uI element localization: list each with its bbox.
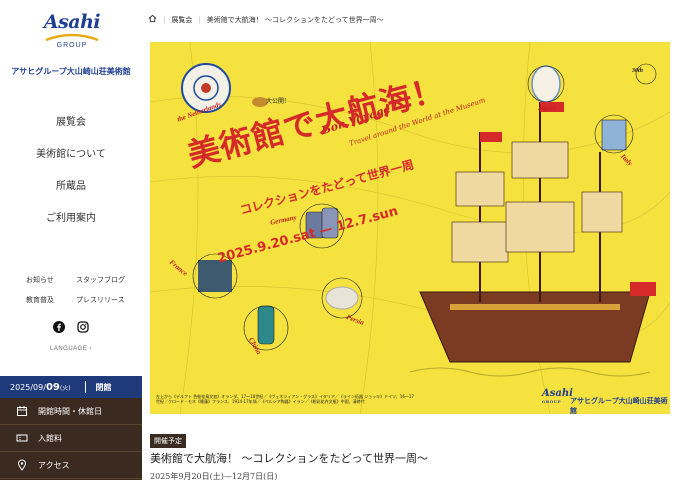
utility-item-access[interactable]: アクセス (0, 452, 142, 479)
utility-label: 入館料 (38, 433, 62, 443)
nav-item-staff-blog[interactable]: スタッフブログ (76, 275, 136, 285)
logo-word: Asahi (43, 11, 101, 33)
today-date: 2025/09/09(火) (10, 381, 71, 393)
utility-label: 開館時間・休館日 (38, 406, 102, 416)
museum-name: アサヒグループ大山崎山荘美術館 (11, 67, 131, 76)
language-switch[interactable]: LANGUAGE › (0, 346, 142, 352)
breadcrumb-separator: | (163, 15, 166, 24)
logo-swoosh-icon (45, 33, 99, 42)
exhibition-dates: 2025年9月20日(土)—12月7日(日) (150, 472, 278, 480)
divider (84, 381, 86, 393)
today-status-bar: 2025/09/09(火) 閉館 (0, 376, 142, 398)
social-links (53, 318, 89, 333)
status-badge: 開催予定 (150, 434, 186, 448)
hero-banner[interactable]: 大公開! Bon Voyage ! Travel around the Worl… (150, 42, 670, 414)
logo-group: GROUP (56, 42, 88, 49)
sub-nav: お知らせ スタッフブログ 教育普及 プレスリリース (26, 275, 136, 305)
nav-item-education[interactable]: 教育普及 (26, 295, 76, 305)
nav-item-press[interactable]: プレスリリース (76, 295, 136, 305)
ticket-icon (16, 432, 28, 444)
utility-item-hours[interactable]: 開館時間・休館日 (0, 398, 142, 425)
utility-label: アクセス (38, 460, 70, 470)
utility-item-admission[interactable]: 入館料 (0, 425, 142, 452)
open-status: 閉館 (95, 382, 112, 392)
utility-nav: 開館時間・休館日 入館料 アクセス (0, 398, 142, 480)
location-icon (16, 459, 28, 471)
breadcrumb-current: 美術館で大航海！ ～コレクションをたどって世界一周～ (206, 15, 384, 24)
exhibition-title[interactable]: 美術館で大航海！ ～コレクションをたどって世界一周～ (150, 450, 428, 466)
artwork-credit: 左上から《デルフト 色絵花鳥文皿》オランダ、17〜18世紀／《ヴェネツィアン・グ… (156, 394, 414, 404)
calendar-icon (16, 405, 28, 417)
hero-asahi-logo: Asahi GROUP (542, 388, 573, 404)
nav-item-exhibitions[interactable]: 展覧会 (0, 116, 142, 148)
hero-museum-name: アサヒグループ大山崎山荘美術館 (570, 397, 668, 414)
asahi-logo[interactable]: Asahi GROUP (38, 12, 106, 49)
nav-item-collection[interactable]: 所蔵品 (0, 180, 142, 212)
anniversary-badge: 30th (632, 68, 644, 74)
country-label: Japan (538, 104, 556, 112)
facebook-icon[interactable] (53, 318, 65, 333)
home-icon[interactable] (148, 14, 157, 25)
instagram-icon[interactable] (77, 318, 89, 333)
main-nav: 展覧会 美術館について 所蔵品 ご利用案内 (0, 116, 142, 244)
breadcrumb: | 展覧会 | 美術館で大航海！ ～コレクションをたどって世界一周～ (148, 14, 384, 25)
nav-item-news[interactable]: お知らせ (26, 275, 76, 285)
breadcrumb-separator: | (198, 15, 201, 24)
main-content: | 展覧会 | 美術館で大航海！ ～コレクションをたどって世界一周～ 大公開! … (142, 0, 680, 480)
nav-item-about[interactable]: 美術館について (0, 148, 142, 180)
breadcrumb-item[interactable]: 展覧会 (171, 15, 192, 25)
sidebar: Asahi GROUP アサヒグループ大山崎山荘美術館 展覧会 美術館について … (0, 0, 142, 480)
nav-item-visit[interactable]: ご利用案内 (0, 212, 142, 244)
